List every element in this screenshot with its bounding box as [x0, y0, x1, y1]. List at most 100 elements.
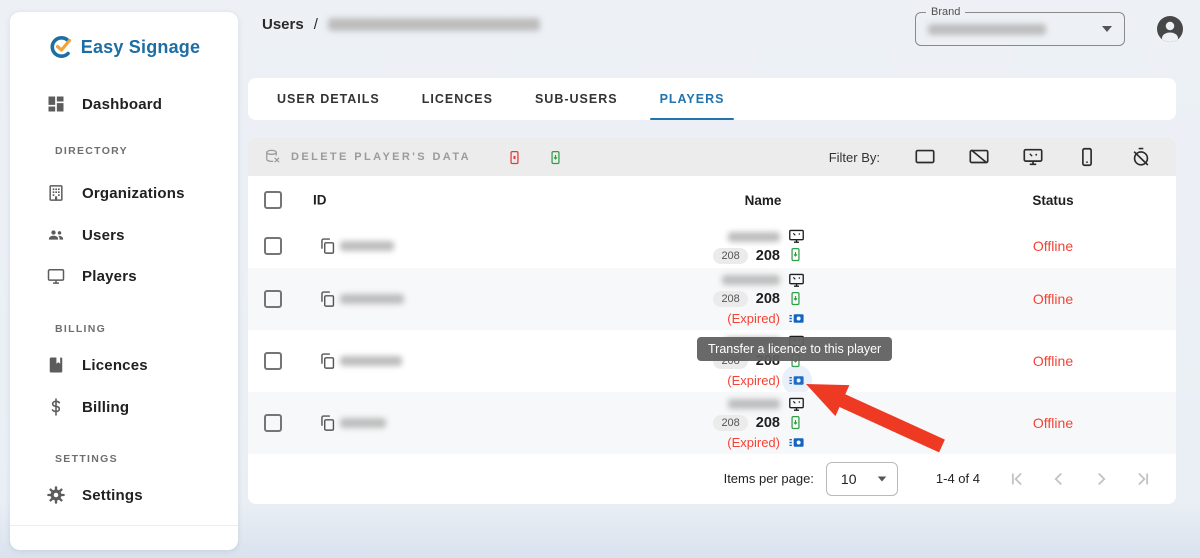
copy-id-icon[interactable]: [318, 290, 337, 309]
sidebar-item-label: Licences: [82, 357, 148, 374]
sidebar-section-billing: BILLING: [10, 321, 238, 337]
dashboard-icon: [46, 94, 66, 114]
sidebar-item-label: Dashboard: [82, 96, 162, 113]
licence-used-badge: 208: [713, 415, 747, 431]
filter-bar: Filter By:: [829, 146, 1152, 168]
row-checkbox[interactable]: [264, 352, 282, 370]
brand-select[interactable]: Brand: [915, 12, 1125, 46]
breadcrumb-separator: /: [314, 16, 318, 33]
player-id-redacted: [340, 418, 386, 428]
logo: Easy Signage: [10, 34, 238, 60]
breadcrumb-users-link[interactable]: Users: [262, 16, 304, 33]
device-update-green-icon: [788, 247, 805, 264]
player-id-redacted: [340, 241, 394, 251]
status-badge: Offline: [1033, 353, 1073, 369]
pagination-nav: [1006, 468, 1154, 490]
pagination-bar: Items per page: 10 1-4 of 4: [248, 454, 1176, 503]
tab-licences[interactable]: LICENCES: [408, 78, 507, 120]
sidebar-item-licences[interactable]: Licences: [10, 352, 238, 378]
building-icon: [46, 183, 66, 203]
licence-book-icon: [46, 355, 66, 375]
device-deleted-red-icon[interactable]: [507, 150, 522, 165]
licence-used-badge: 208: [713, 291, 747, 307]
items-per-page-value: 10: [841, 471, 857, 487]
brand-select-label: Brand: [926, 6, 965, 18]
player-id-redacted: [340, 294, 404, 304]
device-update-green-icon[interactable]: [548, 150, 563, 165]
column-header-name: Name: [663, 176, 863, 224]
sidebar-section-settings: SETTINGS: [10, 451, 238, 467]
filter-online-tv-icon[interactable]: [914, 146, 936, 168]
sidebar-divider: [10, 525, 238, 526]
licence-total: 208: [756, 415, 780, 431]
column-header-id: ID: [313, 193, 327, 208]
previous-page-button[interactable]: [1048, 468, 1070, 490]
tab-user-details[interactable]: USER DETAILS: [263, 78, 394, 120]
tab-sub-users[interactable]: SUB-USERS: [521, 78, 632, 120]
last-page-button[interactable]: [1132, 468, 1154, 490]
transfer-licence-icon[interactable]: [788, 310, 805, 327]
detail-tabs: USER DETAILS LICENCES SUB-USERS PLAYERS: [248, 78, 1176, 120]
brand-select-value-redacted: [928, 24, 1046, 35]
sidebar: Easy Signage Dashboard DIRECTORY Organiz…: [10, 12, 238, 550]
players-table-card: DELETE PLAYER'S DATA Filter By:: [248, 138, 1176, 504]
row-checkbox[interactable]: [264, 290, 282, 308]
column-header-status: Status: [953, 176, 1153, 224]
expired-label: (Expired): [727, 435, 780, 450]
sidebar-item-label: Organizations: [82, 185, 185, 202]
delete-players-data-button[interactable]: DELETE PLAYER'S DATA: [264, 148, 471, 166]
filter-mobile-icon[interactable]: [1076, 146, 1098, 168]
row-checkbox[interactable]: [264, 237, 282, 255]
tab-players[interactable]: PLAYERS: [646, 78, 739, 120]
filter-desktop-player-icon[interactable]: [1022, 146, 1044, 168]
filter-by-label: Filter By:: [829, 150, 880, 165]
sidebar-item-billing[interactable]: Billing: [10, 394, 238, 420]
sidebar-item-organizations[interactable]: Organizations: [10, 180, 238, 206]
database-delete-icon: [264, 148, 282, 166]
sidebar-item-users[interactable]: Users: [10, 222, 238, 248]
items-per-page-label: Items per page:: [724, 471, 814, 486]
sidebar-section-directory: DIRECTORY: [10, 143, 238, 159]
transfer-licence-tooltip: Transfer a licence to this player: [697, 337, 892, 361]
status-badge: Offline: [1033, 415, 1073, 431]
filter-offline-tv-off-icon[interactable]: [968, 146, 990, 168]
player-screen-icon[interactable]: [788, 272, 805, 289]
breadcrumb-user-email-redacted: [328, 18, 540, 31]
select-all-checkbox[interactable]: [264, 191, 282, 209]
copy-id-icon[interactable]: [318, 352, 337, 371]
items-per-page-select[interactable]: 10: [826, 462, 898, 496]
device-update-green-icon: [788, 291, 805, 308]
sidebar-item-label: Users: [82, 227, 125, 244]
sidebar-item-label: Players: [82, 268, 137, 285]
account-avatar-button[interactable]: [1155, 14, 1185, 44]
table-row: 208 208 (Expired) Offline: [248, 268, 1176, 330]
player-screen-icon[interactable]: [788, 228, 805, 245]
next-page-button[interactable]: [1090, 468, 1112, 490]
player-name-redacted: [728, 399, 780, 409]
copy-id-icon[interactable]: [318, 414, 337, 433]
filter-timer-off-icon[interactable]: [1130, 146, 1152, 168]
display-icon: [46, 266, 66, 286]
breadcrumb: Users /: [262, 13, 540, 35]
table-toolbar: DELETE PLAYER'S DATA Filter By:: [248, 138, 1176, 176]
chevron-down-icon: [1102, 26, 1112, 32]
chevron-down-icon: [878, 476, 887, 481]
status-badge: Offline: [1033, 291, 1073, 307]
logo-text: Easy Signage: [81, 37, 200, 58]
licence-used-badge: 208: [713, 248, 747, 264]
row-checkbox[interactable]: [264, 414, 282, 432]
first-page-button[interactable]: [1006, 468, 1028, 490]
player-id-redacted: [340, 356, 402, 366]
expired-label: (Expired): [727, 311, 780, 326]
copy-id-icon[interactable]: [318, 237, 337, 256]
sidebar-item-settings[interactable]: Settings: [10, 482, 238, 508]
dollar-icon: [46, 397, 66, 417]
pagination-range-label: 1-4 of 4: [936, 471, 980, 486]
licence-total: 208: [756, 248, 780, 264]
gear-icon: [46, 485, 66, 505]
users-group-icon: [46, 225, 66, 245]
sidebar-item-label: Settings: [82, 487, 143, 504]
sidebar-item-players[interactable]: Players: [10, 263, 238, 289]
player-name-redacted: [728, 232, 780, 242]
sidebar-item-dashboard[interactable]: Dashboard: [10, 91, 238, 117]
